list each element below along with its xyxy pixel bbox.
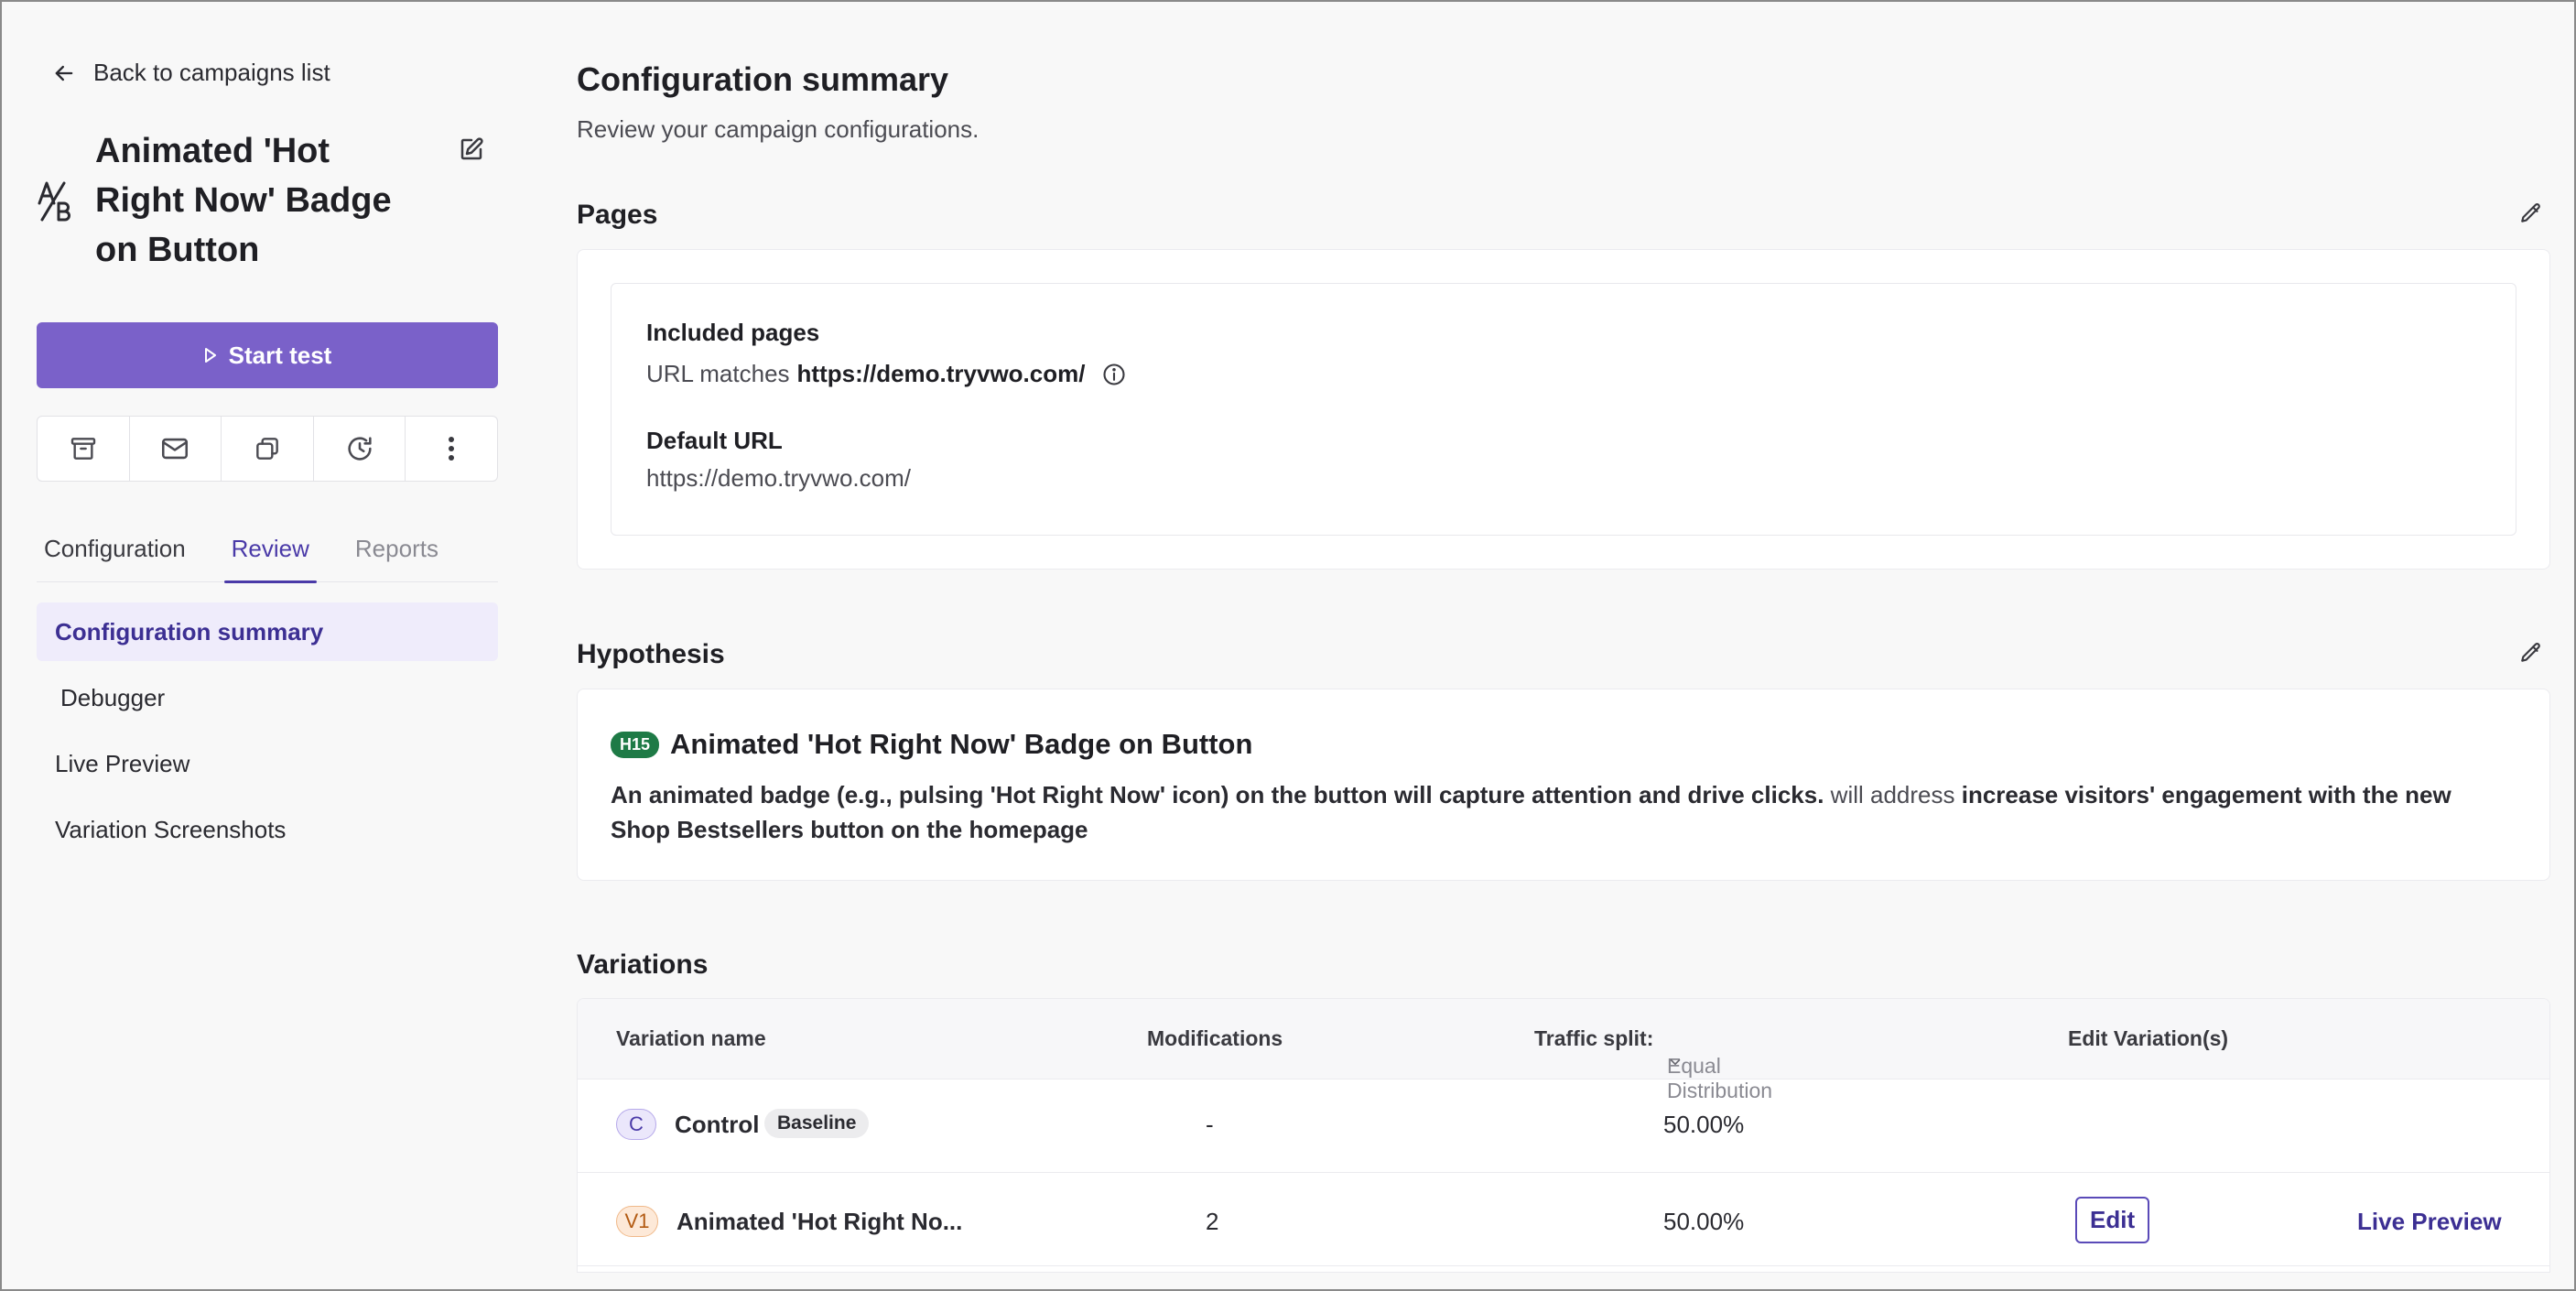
hypothesis-id-badge: H15 — [611, 731, 660, 758]
tab-configuration[interactable]: Configuration — [37, 526, 193, 582]
review-subnav: Configuration summary Debugger Live Prev… — [37, 602, 498, 866]
hypothesis-heading: Hypothesis — [577, 639, 725, 669]
campaign-header: Animated 'Hot Right Now' Badge on Button — [37, 126, 498, 282]
url-match-prefix: URL matches — [646, 360, 790, 387]
back-link-label: Back to campaigns list — [93, 59, 330, 86]
variations-heading: Variations — [577, 949, 709, 980]
pages-inner-card: Included pages URL matches https://demo.… — [611, 283, 2516, 536]
subnav-live-preview[interactable]: Live Preview — [37, 734, 498, 793]
sidebar-tabs: Configuration Review Reports — [37, 526, 498, 583]
subnav-variation-screenshots[interactable]: Variation Screenshots — [37, 800, 498, 859]
chevron-down-icon — [1667, 1054, 1683, 1070]
baseline-badge: Baseline — [764, 1109, 870, 1138]
col-modifications: Modifications — [1147, 1026, 1283, 1050]
arrow-left-icon — [51, 60, 77, 86]
pages-heading: Pages — [577, 200, 658, 230]
tab-reports[interactable]: Reports — [348, 526, 446, 582]
traffic-percentage: 50.00% — [1663, 1111, 1745, 1138]
info-icon[interactable] — [1101, 362, 1127, 387]
page-title: Configuration summary — [577, 60, 949, 98]
edit-pages-icon[interactable] — [2519, 201, 2543, 225]
campaign-actions-bar — [37, 416, 498, 482]
default-url-value: https://demo.tryvwo.com/ — [646, 464, 911, 492]
live-preview-link[interactable]: Live Preview — [2357, 1208, 2502, 1236]
col-traffic-split: Traffic split: — [1534, 1026, 1654, 1050]
edit-title-icon[interactable] — [458, 136, 485, 163]
edit-variation-button[interactable]: Edit — [2075, 1197, 2150, 1243]
url-match-value: https://demo.tryvwo.com/ — [796, 360, 1086, 387]
modifications-count: - — [1206, 1111, 1214, 1138]
col-variation-name: Variation name — [616, 1026, 766, 1050]
pages-card: Included pages URL matches https://demo.… — [577, 249, 2550, 570]
duplicate-button[interactable] — [222, 417, 314, 481]
modifications-count: 2 — [1206, 1208, 1219, 1235]
included-pages-label: Included pages — [646, 319, 820, 346]
sidebar: Back to campaigns list Animated 'Hot Rig… — [2, 2, 533, 1289]
table-row: C Control Baseline - 50.00% — [578, 1079, 2549, 1173]
main-content: Configuration summary Review your campai… — [577, 2, 2550, 1289]
variation-name: Control — [675, 1111, 760, 1138]
history-button[interactable] — [314, 417, 406, 481]
hypothesis-title: Animated 'Hot Right Now' Badge on Button — [670, 728, 1253, 760]
page-subtitle: Review your campaign configurations. — [577, 115, 980, 143]
tab-review[interactable]: Review — [223, 526, 318, 583]
campaign-title: Animated 'Hot Right Now' Badge on Button — [95, 132, 392, 269]
ab-test-icon — [37, 179, 73, 222]
table-row: V1 Animated 'Hot Right No... 2 50.00% Ed… — [578, 1173, 2549, 1266]
archive-button[interactable] — [38, 417, 130, 481]
start-test-button[interactable]: Start test — [37, 322, 498, 388]
hypothesis-connector: will address — [1824, 781, 1962, 808]
variation-name: Animated 'Hot Right No... — [676, 1208, 963, 1235]
variation-code-badge: V1 — [616, 1206, 658, 1237]
hypothesis-title-row: H15 Animated 'Hot Right Now' Badge on Bu… — [611, 728, 1252, 761]
hypothesis-card: H15 Animated 'Hot Right Now' Badge on Bu… — [577, 689, 2550, 881]
back-to-campaigns-link[interactable]: Back to campaigns list — [51, 59, 330, 87]
play-icon — [203, 346, 218, 364]
start-test-label: Start test — [228, 341, 332, 369]
url-match-rule: URL matches https://demo.tryvwo.com/ — [646, 360, 2481, 388]
subnav-configuration-summary[interactable]: Configuration summary — [37, 602, 498, 661]
default-url-label: Default URL — [646, 427, 783, 454]
col-edit-variations: Edit Variation(s) — [2068, 1026, 2229, 1050]
subnav-debugger[interactable]: Debugger — [37, 668, 498, 727]
hypothesis-statement: An animated badge (e.g., pulsing 'Hot Ri… — [611, 777, 2495, 847]
more-vertical-icon — [447, 435, 456, 462]
archive-icon — [69, 434, 98, 463]
copy-icon — [253, 434, 282, 463]
mail-icon — [159, 433, 190, 464]
variations-table: Variation name Modifications Traffic spl… — [577, 998, 2550, 1273]
traffic-percentage: 50.00% — [1663, 1208, 1745, 1235]
more-options-button[interactable] — [406, 417, 497, 481]
email-button[interactable] — [130, 417, 222, 481]
edit-hypothesis-icon[interactable] — [2519, 641, 2543, 665]
variations-table-header: Variation name Modifications Traffic spl… — [578, 999, 2549, 1102]
hypothesis-change: An animated badge (e.g., pulsing 'Hot Ri… — [611, 781, 1824, 808]
variation-code-badge: C — [616, 1109, 656, 1140]
history-icon — [344, 433, 375, 464]
